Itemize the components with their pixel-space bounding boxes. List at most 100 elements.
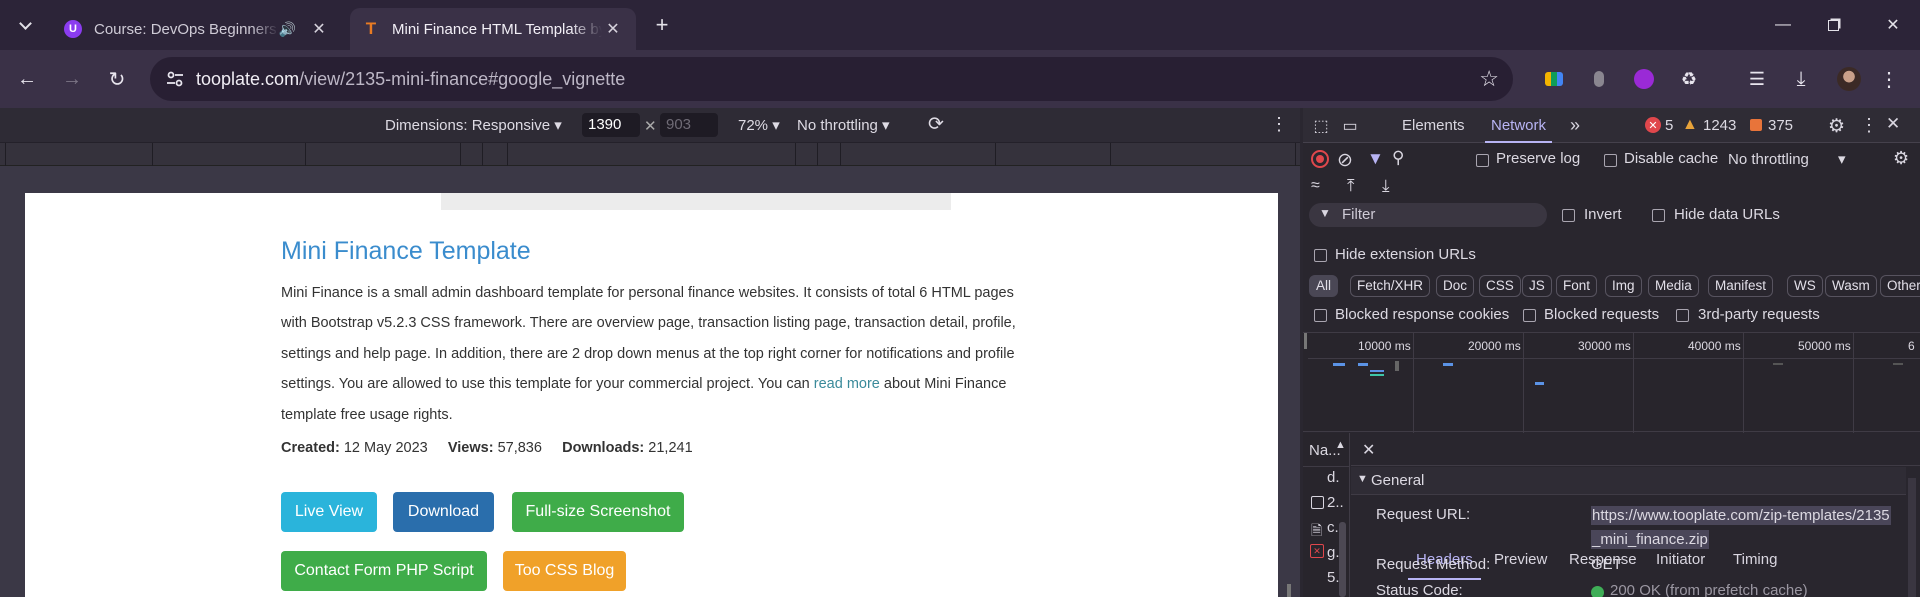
- close-devtools-icon[interactable]: ✕: [1886, 114, 1900, 134]
- hide-data-urls-checkbox[interactable]: [1652, 209, 1665, 222]
- record-icon[interactable]: [1311, 150, 1329, 168]
- rotate-icon[interactable]: ⟳: [928, 113, 944, 136]
- profile-avatar[interactable]: [1836, 66, 1862, 92]
- restore-button[interactable]: [1810, 10, 1856, 40]
- zoom-dropdown[interactable]: 72% ▾: [738, 116, 780, 134]
- hide-extension-urls-checkbox[interactable]: [1314, 249, 1327, 262]
- import-har-icon[interactable]: ⤒: [1347, 176, 1355, 196]
- tooplate-favicon-icon: T: [365, 19, 377, 38]
- error-count[interactable]: 5: [1665, 117, 1673, 134]
- request-row[interactable]: g.: [1327, 544, 1340, 561]
- type-filter-font[interactable]: Font: [1556, 275, 1598, 297]
- invert-checkbox[interactable]: [1562, 209, 1575, 222]
- extension-gray-icon[interactable]: [1586, 66, 1612, 92]
- network-throttle-label: No throttling: [1728, 151, 1809, 168]
- third-party-checkbox[interactable]: [1676, 309, 1689, 322]
- type-filter-doc[interactable]: Doc: [1436, 275, 1475, 297]
- name-column-scrollbar[interactable]: [1339, 522, 1346, 597]
- type-filter-other[interactable]: Other: [1880, 275, 1920, 297]
- detail-tab-preview[interactable]: Preview: [1494, 551, 1547, 568]
- back-arrow-icon[interactable]: ←: [10, 62, 44, 96]
- download-button[interactable]: Download: [393, 492, 494, 532]
- close-tab-icon[interactable]: ✕: [602, 19, 624, 39]
- tab-elements[interactable]: Elements: [1402, 117, 1465, 134]
- tab-search-button[interactable]: [8, 8, 42, 42]
- throttle-dropdown[interactable]: No throttling ▾: [797, 116, 890, 134]
- type-filter-css[interactable]: CSS: [1479, 275, 1521, 297]
- request-url-value[interactable]: https://www.tooplate.com/zip-templates/2…: [1591, 506, 1891, 525]
- menu-kebab-icon[interactable]: ⋮: [1876, 66, 1902, 92]
- detail-scrollbar-track[interactable]: [1908, 478, 1916, 597]
- export-har-icon[interactable]: ⤓: [1382, 176, 1390, 196]
- address-bar[interactable]: tooplate.com/view/2135-mini-finance#goog…: [150, 57, 1513, 101]
- dimensions-dropdown[interactable]: Dimensions: Responsive ▾: [385, 116, 562, 134]
- speaker-icon[interactable]: 🔊: [279, 21, 296, 38]
- blog-button[interactable]: Too CSS Blog: [503, 551, 626, 591]
- disable-cache-checkbox[interactable]: [1604, 154, 1617, 167]
- general-section-header[interactable]: ▼ General: [1351, 467, 1906, 495]
- network-throttle-dropdown[interactable]: No throttling ▾: [1728, 150, 1846, 168]
- devtools-tabs: ⬚ ▭ Elements Network » ✕ 5 ▲ 1243 375 ⚙ …: [1303, 108, 1920, 143]
- blocked-requests-checkbox[interactable]: [1523, 309, 1536, 322]
- detail-tab-timing[interactable]: Timing: [1733, 551, 1777, 568]
- type-filter-js[interactable]: JS: [1522, 275, 1552, 297]
- close-tab-icon[interactable]: ✕: [308, 19, 330, 39]
- new-tab-button[interactable]: +: [645, 8, 679, 42]
- live-view-button[interactable]: Live View: [281, 492, 377, 532]
- type-filter-manifest[interactable]: Manifest: [1708, 275, 1774, 297]
- forward-arrow-icon[interactable]: →: [55, 62, 89, 96]
- read-more-link[interactable]: read more: [814, 376, 880, 392]
- downloads-icon[interactable]: ⤓: [1788, 66, 1814, 92]
- preserve-log-checkbox[interactable]: [1476, 154, 1489, 167]
- network-settings-gear-icon[interactable]: ⚙: [1893, 148, 1909, 169]
- devtools-menu-kebab-icon[interactable]: ⋮: [1860, 115, 1878, 136]
- media-query-ruler[interactable]: [0, 143, 1300, 166]
- width-input[interactable]: 1390: [582, 113, 640, 137]
- browser-tab-course[interactable]: U Course: DevOps Beginners to 🔊 ✕: [52, 8, 342, 50]
- timeline-label: 20000 ms: [1468, 339, 1521, 353]
- tab-network[interactable]: Network: [1484, 117, 1553, 143]
- detail-tab-initiator[interactable]: Initiator: [1656, 551, 1705, 568]
- search-icon[interactable]: ⚲: [1392, 148, 1404, 168]
- bookmark-star-icon[interactable]: ☆: [1479, 66, 1499, 92]
- settings-gear-icon[interactable]: ⚙: [1828, 115, 1845, 138]
- type-filter-media[interactable]: Media: [1648, 275, 1699, 297]
- media-controls-icon[interactable]: ☰: [1744, 66, 1770, 92]
- extensions-puzzle-icon[interactable]: ♻: [1676, 66, 1702, 92]
- type-filter-ws[interactable]: WS: [1787, 275, 1823, 297]
- filter-input[interactable]: ▼ Filter: [1309, 203, 1547, 227]
- device-menu-kebab-icon[interactable]: ⋮: [1270, 114, 1288, 135]
- filter-funnel-icon[interactable]: ▼: [1367, 149, 1384, 169]
- more-tabs-icon[interactable]: »: [1565, 115, 1585, 135]
- request-row[interactable]: d.: [1327, 469, 1340, 486]
- request-row[interactable]: 2..: [1327, 494, 1344, 511]
- reload-icon[interactable]: ↻: [100, 62, 134, 96]
- type-filter-img[interactable]: Img: [1605, 275, 1642, 297]
- extension-purple-icon[interactable]: [1631, 66, 1657, 92]
- blocked-cookies-checkbox[interactable]: [1314, 309, 1327, 322]
- type-filter-fetch-xhr[interactable]: Fetch/XHR: [1350, 275, 1431, 297]
- network-overview-timeline[interactable]: 10000 ms 20000 ms 30000 ms 40000 ms 5000…: [1303, 332, 1920, 433]
- minimize-button[interactable]: —: [1760, 10, 1806, 40]
- clear-icon[interactable]: ⊘: [1337, 149, 1353, 172]
- site-info-icon[interactable]: [165, 69, 185, 89]
- warning-count[interactable]: 1243: [1703, 117, 1736, 134]
- close-window-button[interactable]: ✕: [1870, 10, 1916, 40]
- height-input[interactable]: 903: [660, 113, 718, 137]
- timeline-handle-left[interactable]: [1304, 333, 1307, 349]
- filter-placeholder: Filter: [1342, 206, 1376, 223]
- device-toggle-icon[interactable]: ▭: [1339, 116, 1361, 136]
- extension-drive-icon[interactable]: [1541, 66, 1567, 92]
- browser-tab-mini-finance[interactable]: T Mini Finance HTML Template by ✕: [350, 8, 636, 50]
- type-filter-wasm[interactable]: Wasm: [1825, 275, 1877, 297]
- full-screenshot-button[interactable]: Full-size Screenshot: [512, 492, 684, 532]
- contact-form-button[interactable]: Contact Form PHP Script: [281, 551, 487, 591]
- inspect-element-icon[interactable]: ⬚: [1311, 116, 1331, 136]
- issues-count[interactable]: 375: [1768, 117, 1793, 134]
- type-filter-all[interactable]: All: [1309, 275, 1339, 297]
- network-conditions-icon[interactable]: ≈: [1311, 177, 1320, 195]
- close-detail-icon[interactable]: ✕: [1362, 440, 1375, 460]
- page-scrollbar[interactable]: [1287, 584, 1291, 597]
- sort-ascending-icon[interactable]: ▲: [1335, 439, 1346, 451]
- request-url-value-cont[interactable]: _mini_finance.zip: [1591, 530, 1709, 549]
